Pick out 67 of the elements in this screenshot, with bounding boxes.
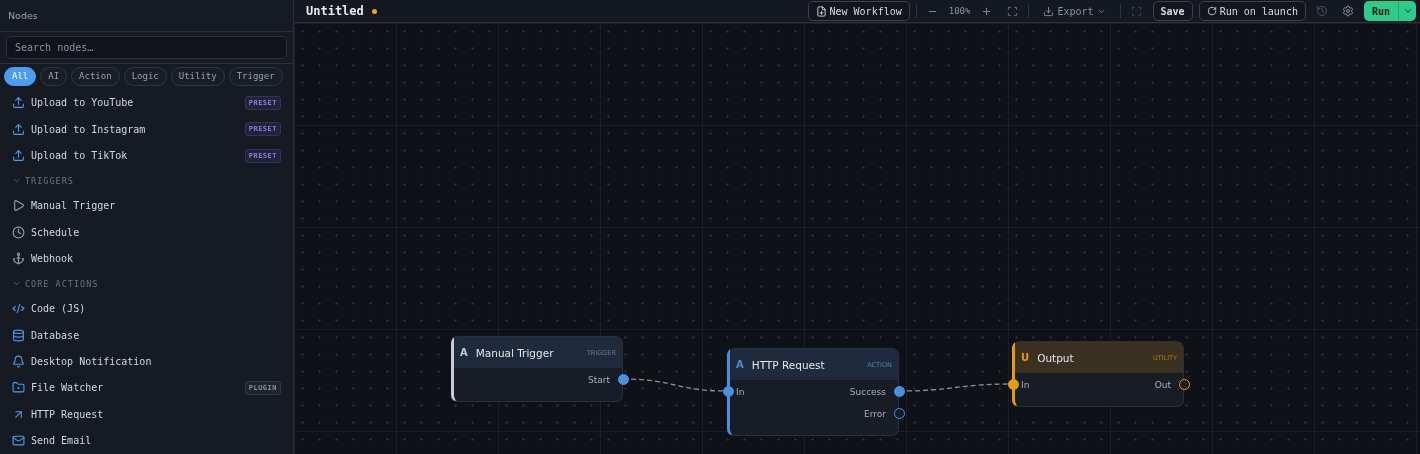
bell-icon bbox=[12, 355, 25, 369]
export-button[interactable]: Export bbox=[1035, 1, 1114, 21]
node-item[interactable]: File Watcher bbox=[31, 382, 239, 394]
output-port[interactable] bbox=[894, 407, 905, 419]
node-item[interactable]: Send Email bbox=[31, 435, 281, 447]
node-item[interactable]: Desktop Notification bbox=[31, 356, 281, 368]
upload-icon bbox=[12, 96, 25, 110]
section-title: CORE ACTIONS bbox=[25, 278, 99, 289]
fit-view-icon bbox=[1006, 5, 1018, 17]
filter-chip[interactable]: Action bbox=[71, 66, 120, 86]
node-title: Output bbox=[1037, 351, 1075, 364]
port-label: Start bbox=[588, 375, 610, 385]
history-icon bbox=[1315, 5, 1328, 17]
mail-icon bbox=[12, 434, 25, 448]
zoom-level: 100% bbox=[948, 6, 971, 16]
run-button[interactable]: Run bbox=[1363, 1, 1398, 21]
node-letter: U bbox=[1021, 352, 1030, 363]
port-label: Success bbox=[849, 387, 886, 397]
port-label: Error bbox=[864, 409, 886, 419]
new-workflow-button[interactable]: New Workflow bbox=[807, 1, 910, 21]
file-plus-icon bbox=[815, 5, 827, 17]
node-item[interactable]: Manual Trigger bbox=[31, 200, 281, 212]
code-icon bbox=[12, 302, 25, 316]
filter-chip[interactable]: AI bbox=[40, 66, 68, 86]
node-letter: A bbox=[460, 347, 468, 358]
node-item[interactable]: HTTP Request bbox=[31, 408, 281, 420]
download-icon bbox=[1043, 5, 1055, 17]
node-title: Manual Trigger bbox=[475, 346, 555, 359]
node-item[interactable]: Database bbox=[31, 329, 281, 341]
upload-icon bbox=[12, 149, 25, 163]
chevron-icon bbox=[1402, 6, 1413, 16]
node-item[interactable]: Webhook bbox=[31, 253, 281, 265]
filter-chip[interactable]: Logic bbox=[123, 66, 167, 86]
settings-icon bbox=[1341, 5, 1354, 17]
port-label: Out bbox=[1154, 380, 1171, 390]
input-port[interactable] bbox=[1008, 378, 1019, 390]
search-field[interactable]: Search nodes… bbox=[6, 35, 287, 59]
node-item[interactable]: Upload to YouTube bbox=[31, 97, 239, 109]
node-item[interactable]: Schedule bbox=[31, 226, 281, 238]
save-button[interactable]: Save bbox=[1152, 1, 1193, 21]
section-title: TRIGGERS bbox=[25, 175, 74, 186]
folder-icon bbox=[12, 381, 25, 395]
workflow-title: Untitled bbox=[306, 4, 364, 18]
filter-chip[interactable]: Utility bbox=[170, 66, 225, 86]
node-item[interactable]: Upload to Instagram bbox=[31, 123, 239, 135]
node-item[interactable]: Upload to TikTok bbox=[31, 150, 239, 162]
run-menu-button[interactable] bbox=[1398, 1, 1416, 21]
run-on-launch-button[interactable]: Run on launch bbox=[1198, 1, 1306, 21]
database-icon bbox=[12, 328, 25, 342]
output-port[interactable] bbox=[1179, 378, 1190, 390]
port-label: In bbox=[1021, 380, 1030, 390]
refresh-icon bbox=[1206, 6, 1217, 16]
output-port[interactable] bbox=[618, 373, 629, 385]
upload-icon bbox=[12, 122, 25, 136]
clock-icon bbox=[12, 225, 25, 239]
fullscreen-icon bbox=[1131, 5, 1143, 17]
node-letter: A bbox=[736, 359, 744, 370]
sidebar-title: Nodes bbox=[0, 0, 293, 32]
play-icon bbox=[12, 199, 25, 213]
output-port[interactable] bbox=[894, 385, 905, 397]
anchor-icon bbox=[12, 252, 25, 266]
filter-chip[interactable]: Trigger bbox=[228, 66, 283, 86]
node-item[interactable]: Code (JS) bbox=[31, 303, 281, 315]
plus-icon bbox=[980, 5, 992, 17]
port-label: In bbox=[736, 387, 745, 397]
node-title: HTTP Request bbox=[751, 358, 826, 371]
input-port[interactable] bbox=[723, 385, 734, 397]
